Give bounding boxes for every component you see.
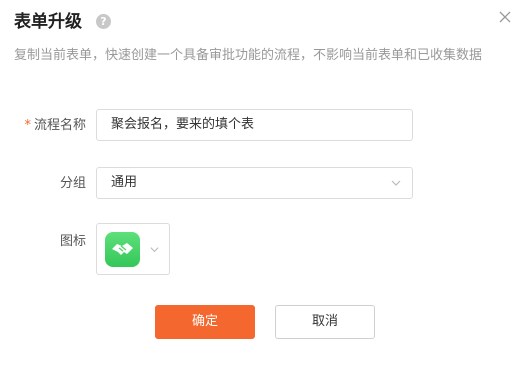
process-name-input[interactable]: 聚会报名，要来的填个表 xyxy=(96,109,413,141)
dialog-description: 复制当前表单，快速创建一个具备审批功能的流程，不影响当前表单和已收集数据 xyxy=(14,48,483,63)
confirm-button[interactable]: 确定 xyxy=(155,305,255,339)
handshake-icon xyxy=(105,232,140,267)
chevron-down-icon xyxy=(391,180,401,186)
process-name-label: * 流程名称 xyxy=(12,116,86,136)
dialog-title: 表单升级 xyxy=(14,12,82,32)
group-select-value: 通用 xyxy=(111,175,138,190)
icon-label: 图标 xyxy=(59,234,86,249)
question-circle-icon[interactable]: ? xyxy=(96,14,111,29)
upgrade-form-dialog: 表单升级 ? 复制当前表单，快速创建一个具备审批功能的流程，不影响当前表单和已收… xyxy=(0,0,529,372)
group-label: 分组 xyxy=(59,176,86,191)
group-select[interactable]: 通用 xyxy=(96,167,413,199)
cancel-button[interactable]: 取消 xyxy=(275,305,375,339)
icon-picker[interactable] xyxy=(96,223,170,275)
close-icon[interactable] xyxy=(497,9,513,25)
chevron-down-icon xyxy=(150,247,159,253)
required-mark: * xyxy=(24,118,31,133)
process-name-label-text: 流程名称 xyxy=(33,118,86,133)
